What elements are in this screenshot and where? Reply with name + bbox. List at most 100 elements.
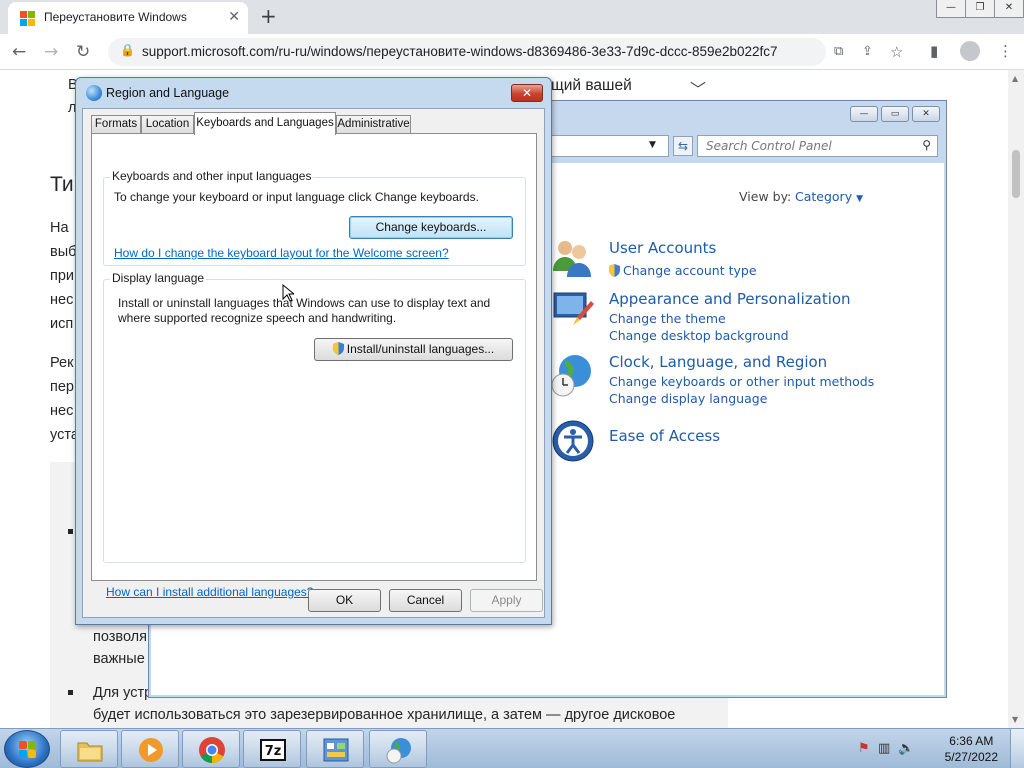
menu-kebab-icon[interactable]: ⋮	[998, 42, 1013, 60]
welcome-keyboard-link[interactable]: How do I change the keyboard layout for …	[114, 246, 449, 260]
apply-button[interactable]: Apply	[470, 589, 543, 612]
address-bar[interactable]: 🔒 support.microsoft.com/ru-ru/windows/пе…	[108, 38, 826, 66]
search-icon[interactable]: ⚲	[922, 138, 931, 152]
folder-icon	[77, 742, 103, 762]
clock-date: 5/27/2022	[944, 750, 998, 764]
minimize-icon[interactable]: —	[936, 0, 966, 18]
bullet	[68, 529, 73, 534]
taskbar-region-language[interactable]	[369, 730, 427, 768]
network-icon[interactable]: ▥	[878, 741, 890, 756]
start-button[interactable]	[4, 730, 50, 768]
taskbar-media-player[interactable]	[121, 730, 179, 768]
tab-formats[interactable]: Formats	[91, 115, 141, 134]
taskbar-7zip[interactable]: 7z	[243, 730, 301, 768]
page-text-line: Для устр	[93, 685, 153, 701]
search-placeholder: Search Control Panel	[706, 139, 832, 153]
7zip-icon: 7z	[260, 739, 286, 761]
page-text-line: пер	[50, 379, 74, 395]
scroll-down-icon[interactable]: ▼	[1012, 715, 1018, 724]
globe-clock-icon	[386, 738, 411, 764]
mouse-cursor-icon	[282, 284, 294, 302]
minimize-icon[interactable]: —	[850, 106, 878, 122]
cp-search-input[interactable]: Search Control Panel ⚲	[697, 135, 938, 157]
bookmark-star-icon[interactable]: ☆	[890, 43, 903, 61]
taskbar-chrome[interactable]	[182, 730, 240, 768]
tab-location[interactable]: Location	[141, 115, 194, 134]
profile-avatar-icon[interactable]	[960, 41, 980, 61]
taskbar: 7z ⚑ ▥ 🔈 6:36 AM 5/27/2022	[0, 728, 1024, 768]
display-description-line: Install or uninstall languages that Wind…	[118, 296, 491, 310]
cancel-button[interactable]: Cancel	[389, 589, 462, 612]
tab-close-icon[interactable]: ✕	[228, 9, 240, 25]
bullet	[68, 690, 73, 695]
reload-icon[interactable]: ↻	[76, 42, 90, 62]
globe-icon	[86, 85, 102, 101]
view-by-dropdown[interactable]: Category ▼	[795, 189, 863, 204]
category-link[interactable]: Change account type	[609, 263, 757, 278]
category-link[interactable]: Change the theme	[609, 311, 726, 326]
appearance-icon[interactable]	[551, 287, 595, 331]
user-accounts-icon[interactable]	[551, 235, 595, 279]
keyboards-group: Keyboards and other input languages To c…	[103, 169, 526, 266]
window-controls: — ❐ ✕	[936, 0, 1024, 18]
keyboards-description: To change your keyboard or input languag…	[114, 190, 479, 204]
clock-globe-icon[interactable]	[551, 353, 595, 397]
dialog-titlebar[interactable]: Region and Language ✕	[76, 78, 551, 106]
share-icon[interactable]: ⇪	[862, 44, 873, 59]
dropdown-arrow-icon[interactable]: ▼	[649, 140, 656, 150]
side-panel-icon[interactable]: ▮	[930, 42, 938, 60]
refresh-icon[interactable]: ⇆	[673, 136, 693, 156]
scroll-up-icon[interactable]: ▲	[1012, 74, 1018, 83]
svg-text:7z: 7z	[265, 744, 282, 759]
page-text-line: нес	[50, 403, 74, 419]
category-title[interactable]: User Accounts	[609, 239, 716, 257]
page-text-line: нес	[50, 292, 74, 308]
restore-icon[interactable]: ❐	[965, 0, 995, 18]
action-center-icon[interactable]: ⚑	[858, 741, 870, 756]
tab-administrative[interactable]: Administrative	[336, 115, 411, 134]
new-tab-icon[interactable]: +	[260, 4, 277, 28]
display-description-line: where supported recognize speech and han…	[118, 311, 397, 325]
category-title[interactable]: Clock, Language, and Region	[609, 353, 827, 371]
taskbar-control-panel[interactable]	[306, 730, 364, 768]
install-additional-languages-link[interactable]: How can I install additional languages?	[106, 585, 313, 599]
view-by-label: View by:	[739, 189, 792, 204]
close-window-icon[interactable]: ✕	[994, 0, 1024, 18]
ok-button[interactable]: OK	[308, 589, 381, 612]
dialog-client: Formats Location Keyboards and Languages…	[82, 108, 545, 618]
page-text-line: На	[50, 220, 69, 236]
page-text-line: позволя	[93, 629, 147, 645]
browser-toolbar: ← → ↻ 🔒 support.microsoft.com/ru-ru/wind…	[0, 34, 1024, 70]
ease-of-access-icon[interactable]	[551, 419, 595, 463]
page-scrollbar[interactable]: ▲ ▼	[1008, 70, 1024, 728]
forward-icon[interactable]: →	[44, 42, 58, 62]
page-text-line: исп	[50, 316, 74, 332]
category-title[interactable]: Ease of Access	[609, 427, 720, 445]
page-heading: Ти	[50, 173, 74, 196]
change-keyboards-button[interactable]: Change keyboards...	[349, 216, 513, 239]
volume-icon[interactable]: 🔈	[898, 741, 914, 756]
dialog-close-button[interactable]: ✕	[511, 84, 543, 102]
clock[interactable]: 6:36 AM 5/27/2022	[945, 733, 998, 765]
translate-icon[interactable]: ⧉	[834, 44, 843, 59]
tab-panel: Keyboards and other input languages To c…	[91, 133, 537, 599]
maximize-icon[interactable]: ▭	[881, 106, 909, 122]
page-text-line: будет использоваться это зарезервированн…	[93, 707, 676, 723]
lock-icon: 🔒	[120, 43, 135, 57]
show-desktop-button[interactable]	[1010, 729, 1024, 768]
install-uninstall-languages-button[interactable]: Install/uninstall languages...	[314, 338, 513, 361]
category-title[interactable]: Appearance and Personalization	[609, 290, 851, 308]
scroll-thumb[interactable]	[1012, 150, 1020, 198]
tab-keyboards-and-languages[interactable]: Keyboards and Languages	[194, 112, 336, 135]
category-link[interactable]: Change display language	[609, 391, 767, 406]
close-window-icon[interactable]: ✕	[912, 106, 940, 122]
chevron-down-icon[interactable]: ﹀	[690, 76, 706, 100]
media-player-icon	[139, 738, 163, 762]
browser-tab[interactable]: Переустановите Windows ✕	[8, 2, 248, 34]
category-link[interactable]: Change keyboards or other input methods	[609, 374, 874, 389]
url-text: support.microsoft.com/ru-ru/windows/пере…	[142, 44, 778, 59]
category-link[interactable]: Change desktop background	[609, 328, 789, 343]
back-icon[interactable]: ←	[12, 42, 26, 62]
taskbar-explorer[interactable]	[60, 730, 118, 768]
tab-title: Переустановите Windows	[44, 10, 187, 24]
